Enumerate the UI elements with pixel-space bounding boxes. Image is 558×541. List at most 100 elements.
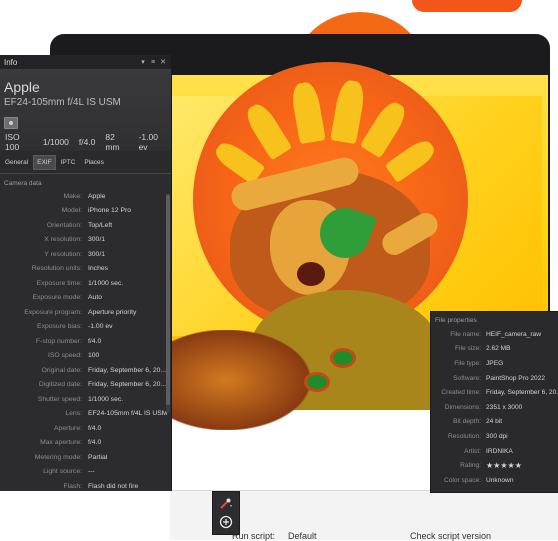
- iso-value: ISO 100: [5, 132, 20, 152]
- camera-make-title: Apple: [4, 79, 40, 95]
- property-value: 100: [88, 352, 100, 360]
- property-row: Resolution units: Inches: [0, 262, 171, 277]
- feather-eye: [330, 348, 356, 368]
- property-label: File type:: [454, 359, 481, 367]
- eyedropper-icon[interactable]: [216, 496, 236, 512]
- collapse-icon[interactable]: ▾: [139, 58, 147, 66]
- property-row: Model: iPhone 12 Pro: [0, 204, 171, 219]
- lens-title: EF24-105mm f/4L IS USM: [4, 97, 121, 108]
- file-properties-panel: File properties File name: HEIF_camera_ra…: [430, 311, 558, 493]
- property-value: JPEG: [486, 359, 504, 367]
- tab-places[interactable]: Places: [80, 155, 108, 170]
- property-row: Y resolution: 300/1: [0, 247, 171, 262]
- rating-stars[interactable]: ★★★★★: [486, 461, 558, 470]
- property-label: File name:: [450, 330, 481, 338]
- property-label: Bit depth:: [453, 418, 481, 426]
- peacock-feathers: [170, 330, 310, 430]
- info-panel-titlebar[interactable]: Info ▾ ≡ ✕: [0, 55, 171, 69]
- property-label: Digitized date:: [38, 381, 82, 389]
- property-label: Resolution units:: [31, 265, 82, 273]
- tab-general[interactable]: General: [1, 155, 32, 170]
- exif-summary-strip: ISO 100 1/1000 f/4.0 82 mm -1.00 ev: [0, 132, 171, 152]
- property-value: f/4.0: [88, 439, 102, 447]
- property-row: Aperture: f/4.0: [0, 421, 171, 436]
- info-tabs: General EXIF IPTC Places: [0, 151, 171, 174]
- property-value: Friday, September 6, 20...: [88, 366, 167, 374]
- scrollbar-thumb[interactable]: [166, 195, 170, 405]
- plus-circle-icon[interactable]: [216, 514, 236, 530]
- property-label: F-stop number:: [35, 337, 82, 345]
- check-script-label: Check script version: [410, 531, 492, 541]
- property-value: Top/Left: [88, 221, 113, 229]
- property-value: f/4.0: [88, 337, 102, 345]
- camera-header: Apple EF24-105mm f/4L IS USM ISO 100 1/1…: [0, 69, 171, 152]
- property-label: Light source:: [43, 468, 82, 476]
- property-row: File name: HEIF_camera_raw: [431, 327, 558, 342]
- woman-mouth: [297, 262, 325, 286]
- property-value: EF24-105mm f/4L IS USM: [88, 410, 168, 418]
- property-row: Exposure mode: Auto: [0, 291, 171, 306]
- property-row: Light source: ---: [0, 465, 171, 480]
- file-properties-list: File name: HEIF_camera_raw File size: 2.62 …: [431, 327, 558, 488]
- property-label: Artist:: [464, 447, 481, 455]
- property-row: File size: 2.62 MB: [431, 342, 558, 357]
- property-row: Shutter speed: 1/1000 sec.: [0, 392, 171, 407]
- property-label: Original date:: [41, 366, 82, 374]
- close-icon[interactable]: ✕: [159, 58, 167, 66]
- property-label: Software:: [453, 374, 481, 382]
- property-value: Partial: [88, 453, 108, 461]
- property-row: Digitized date: Friday, September 6, 20..…: [0, 378, 171, 393]
- property-label: Exposure bias:: [37, 323, 82, 331]
- property-label: Rating:: [460, 462, 481, 470]
- property-value: Friday, September 6, 20...: [88, 381, 167, 389]
- exposure-bias-value: -1.00 ev: [138, 132, 158, 152]
- property-value: 2.62 MB: [486, 345, 511, 353]
- property-row: Flash: Flash did not fire: [0, 479, 171, 494]
- info-panel: Info ▾ ≡ ✕ Apple EF24-105mm f/4L IS USM …: [0, 55, 172, 491]
- property-row: Exposure program: Aperture priority: [0, 305, 171, 320]
- property-value: 300/1: [88, 250, 106, 258]
- property-row: Metering mode: Partial: [0, 450, 171, 465]
- property-row: Artist: IRDNIKA: [431, 444, 558, 459]
- property-row: Software: PaintShop Pro 2022: [431, 371, 558, 386]
- property-value: 1/1000 sec.: [88, 395, 124, 403]
- property-value: Unknown: [486, 476, 514, 484]
- property-label: Max aperture:: [40, 439, 82, 447]
- property-row: Exposure bias: -1.00 ev: [0, 320, 171, 335]
- property-label: X resolution:: [44, 236, 82, 244]
- property-label: Exposure mode:: [32, 294, 83, 302]
- tab-iptc[interactable]: IPTC: [57, 155, 80, 170]
- property-row: Rating: ★★★★★: [431, 458, 558, 473]
- property-label: File size:: [454, 345, 481, 353]
- property-label: ISO speed:: [47, 352, 82, 360]
- property-row: Lens: EF24-105mm f/4L IS USM: [0, 407, 171, 422]
- property-row: Bit depth: 24 bit: [431, 415, 558, 430]
- property-value: PaintShop Pro 2022: [486, 374, 546, 382]
- property-value: f/4.0: [88, 424, 102, 432]
- property-row: Make: Apple: [0, 189, 171, 204]
- property-row: File type: JPEG: [431, 356, 558, 371]
- property-row: Max aperture: f/4.0: [0, 436, 171, 451]
- property-value: 2351 x 3000: [486, 403, 523, 411]
- property-row: Original date: Friday, September 6, 20...: [0, 363, 171, 378]
- property-value: Friday, September 6, 20...: [486, 389, 558, 397]
- property-value: Inches: [88, 265, 109, 273]
- property-value: 300/1: [88, 236, 106, 244]
- orange-shape-top-right: [412, 0, 522, 12]
- property-value: IRDNIKA: [486, 447, 513, 455]
- property-value: 24 bit: [486, 418, 503, 426]
- file-properties-title: File properties: [435, 317, 477, 324]
- property-value: Apple: [88, 192, 106, 200]
- tab-exif[interactable]: EXIF: [33, 154, 56, 170]
- default-label: Default: [288, 531, 317, 541]
- feather-eye: [304, 372, 330, 392]
- property-row: ISO speed: 100: [0, 349, 171, 364]
- menu-icon[interactable]: ≡: [149, 59, 157, 66]
- property-value: Auto: [88, 294, 102, 302]
- property-row: Exposure time: 1/1000 sec.: [0, 276, 171, 291]
- property-value: ---: [88, 468, 95, 476]
- camera-icon[interactable]: [4, 117, 18, 129]
- property-value: iPhone 12 Pro: [88, 207, 132, 215]
- property-value: 1/1000 sec.: [88, 279, 124, 287]
- info-panel-title: Info: [4, 57, 18, 67]
